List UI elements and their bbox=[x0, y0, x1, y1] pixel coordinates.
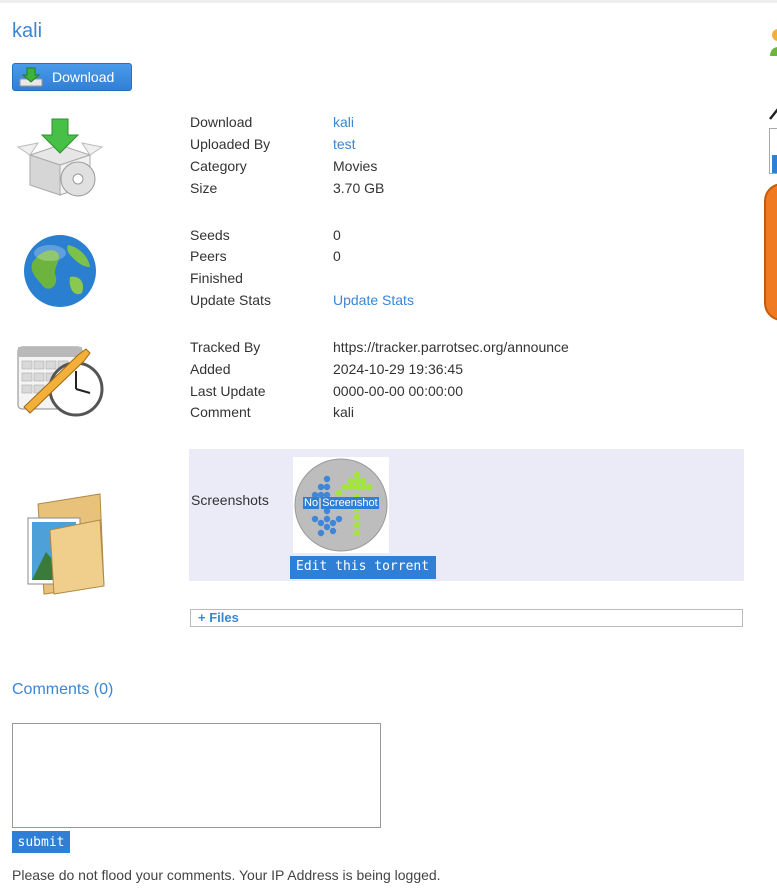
category-label: Category bbox=[190, 158, 247, 174]
page-title: kali bbox=[12, 20, 43, 42]
files-toggle[interactable]: + Files bbox=[190, 609, 743, 627]
download-label: Download bbox=[190, 114, 253, 130]
image-folder-icon bbox=[20, 490, 106, 596]
calendar-clock-icon bbox=[16, 343, 104, 419]
update-stats-label: Update Stats bbox=[190, 292, 271, 308]
flood-warning: Please do not flood your comments. Your … bbox=[12, 867, 441, 883]
download-button-label: Download bbox=[52, 69, 115, 85]
last-update-label: Last Update bbox=[190, 383, 266, 399]
tracked-by-label: Tracked By bbox=[190, 339, 261, 355]
seeds-label: Seeds bbox=[190, 227, 230, 243]
thumbnail-text-no: No bbox=[303, 497, 320, 509]
category-value: Movies bbox=[333, 158, 378, 174]
files-toggle-label: + Files bbox=[198, 610, 239, 625]
search-icon[interactable] bbox=[769, 105, 777, 124]
globe-icon bbox=[22, 233, 98, 309]
seeds-value: 0 bbox=[333, 227, 341, 243]
size-label: Size bbox=[190, 180, 218, 196]
uploader-link[interactable]: test bbox=[333, 136, 356, 152]
comment-value: kali bbox=[333, 404, 355, 420]
sidebar-search-button[interactable] bbox=[772, 155, 777, 173]
comment-label: Comment bbox=[190, 404, 251, 420]
user-icon bbox=[766, 26, 777, 56]
screenshots-label: Screenshots bbox=[191, 492, 269, 508]
submit-comment-button[interactable]: submit bbox=[12, 831, 70, 853]
edit-torrent-button[interactable]: Edit this torrent bbox=[290, 556, 436, 579]
peers-label: Peers bbox=[190, 248, 227, 264]
sidebar-orange-badge bbox=[764, 183, 777, 321]
screenshots-panel bbox=[189, 449, 744, 581]
comments-heading[interactable]: Comments (0) bbox=[12, 681, 113, 699]
download-link[interactable]: kali bbox=[333, 114, 354, 130]
added-label: Added bbox=[190, 361, 231, 377]
comment-textarea[interactable] bbox=[12, 723, 381, 828]
uploaded-by-label: Uploaded By bbox=[190, 136, 271, 152]
top-divider bbox=[0, 0, 777, 3]
download-button[interactable]: Download bbox=[12, 63, 132, 91]
peers-value: 0 bbox=[333, 248, 341, 264]
last-update-value: 0000-00-00 00:00:00 bbox=[333, 383, 463, 399]
update-stats-link[interactable]: Update Stats bbox=[333, 292, 414, 308]
thumbnail-text-screenshot: Screenshot bbox=[321, 497, 379, 509]
size-value: 3.70 GB bbox=[333, 180, 385, 196]
finished-label: Finished bbox=[190, 270, 243, 286]
sidebar-search-box[interactable] bbox=[769, 128, 777, 174]
tracker-url: https://tracker.parrotsec.org/announce bbox=[333, 339, 569, 355]
screenshot-thumbnail[interactable]: No Screenshot bbox=[293, 457, 389, 553]
added-value: 2024-10-29 19:36:45 bbox=[333, 361, 463, 377]
download-package-icon bbox=[16, 117, 104, 199]
download-icon bbox=[18, 66, 44, 91]
